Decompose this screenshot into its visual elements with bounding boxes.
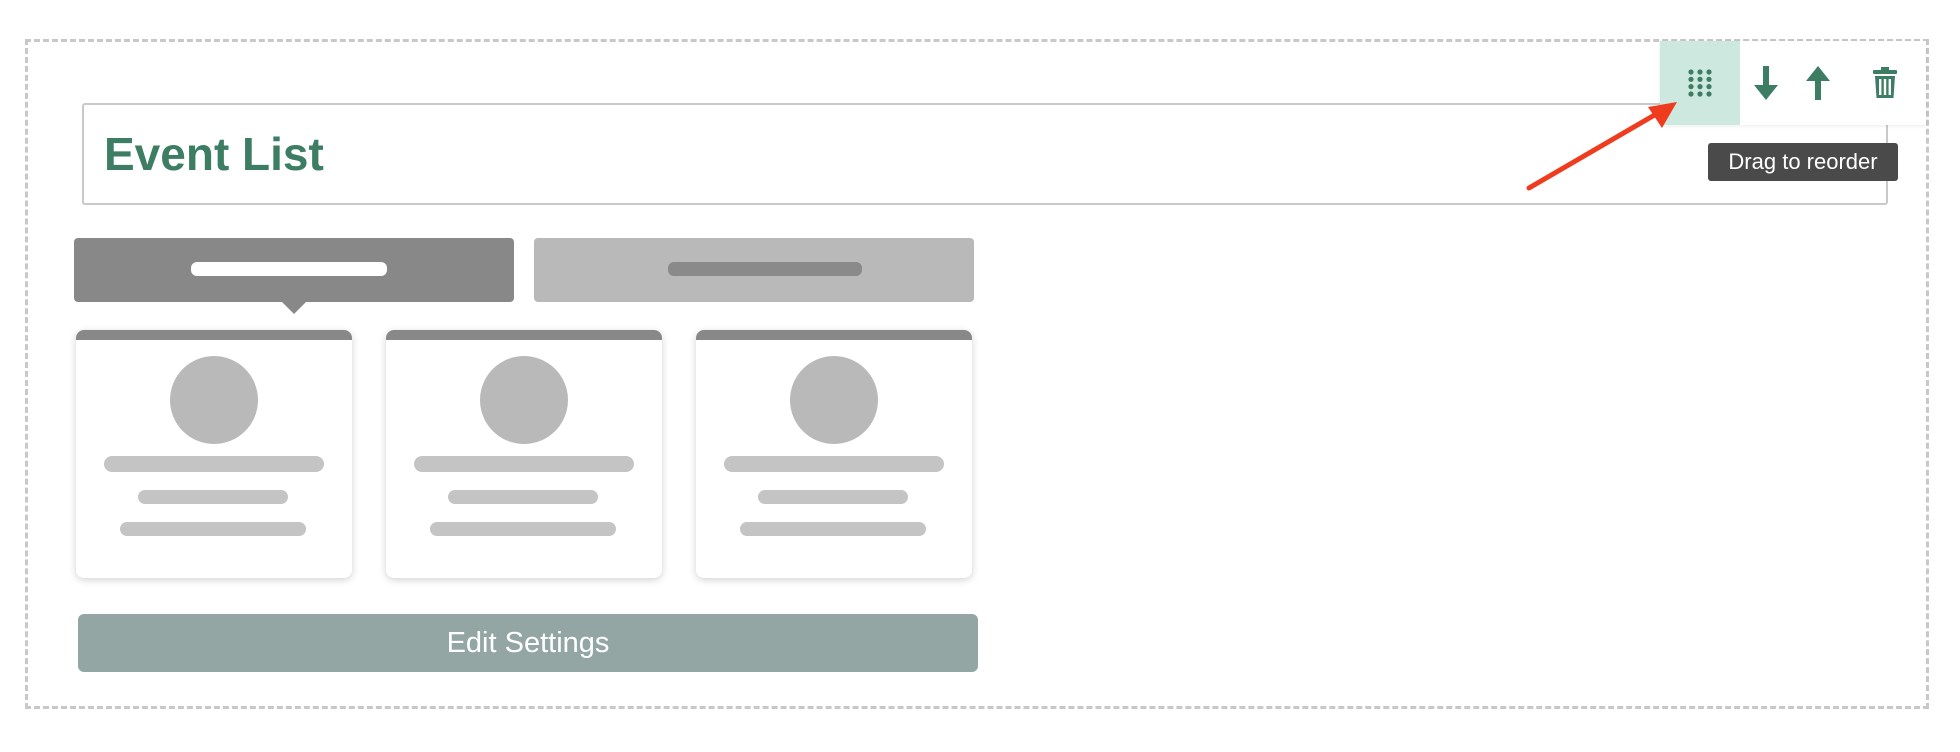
tab-placeholder-line <box>191 262 387 276</box>
arrow-down-icon <box>1754 66 1778 100</box>
card-text-placeholder <box>740 522 926 536</box>
edit-settings-button[interactable]: Edit Settings <box>78 614 978 672</box>
event-card-placeholder <box>76 330 352 578</box>
event-card-placeholder <box>386 330 662 578</box>
card-top-bar <box>386 330 662 340</box>
card-avatar-placeholder <box>790 356 878 444</box>
event-card-placeholder <box>696 330 972 578</box>
block-toolbar <box>1660 41 1926 125</box>
drag-tooltip: Drag to reorder <box>1708 143 1898 181</box>
card-avatar-placeholder <box>480 356 568 444</box>
drag-grid-icon <box>1688 69 1712 97</box>
card-text-placeholder <box>138 490 288 504</box>
block-title: Event List <box>104 128 324 180</box>
card-text-placeholder <box>430 522 616 536</box>
move-up-button[interactable] <box>1792 41 1844 125</box>
card-text-placeholder <box>724 456 944 472</box>
move-down-button[interactable] <box>1740 41 1792 125</box>
card-top-bar <box>696 330 972 340</box>
tab-placeholder-line <box>668 262 862 276</box>
trash-icon <box>1873 67 1897 98</box>
card-text-placeholder <box>414 456 634 472</box>
card-top-bar <box>76 330 352 340</box>
delete-block-button[interactable] <box>1844 41 1926 125</box>
card-avatar-placeholder <box>170 356 258 444</box>
block-title-box: Event List <box>82 103 1888 205</box>
card-text-placeholder <box>104 456 324 472</box>
tab-placeholder-inactive <box>534 238 974 302</box>
tab-placeholder-active <box>74 238 514 314</box>
card-text-placeholder <box>448 490 598 504</box>
drag-handle-button[interactable] <box>1660 41 1740 125</box>
card-text-placeholder <box>120 522 306 536</box>
card-text-placeholder <box>758 490 908 504</box>
arrow-up-icon <box>1806 66 1830 100</box>
